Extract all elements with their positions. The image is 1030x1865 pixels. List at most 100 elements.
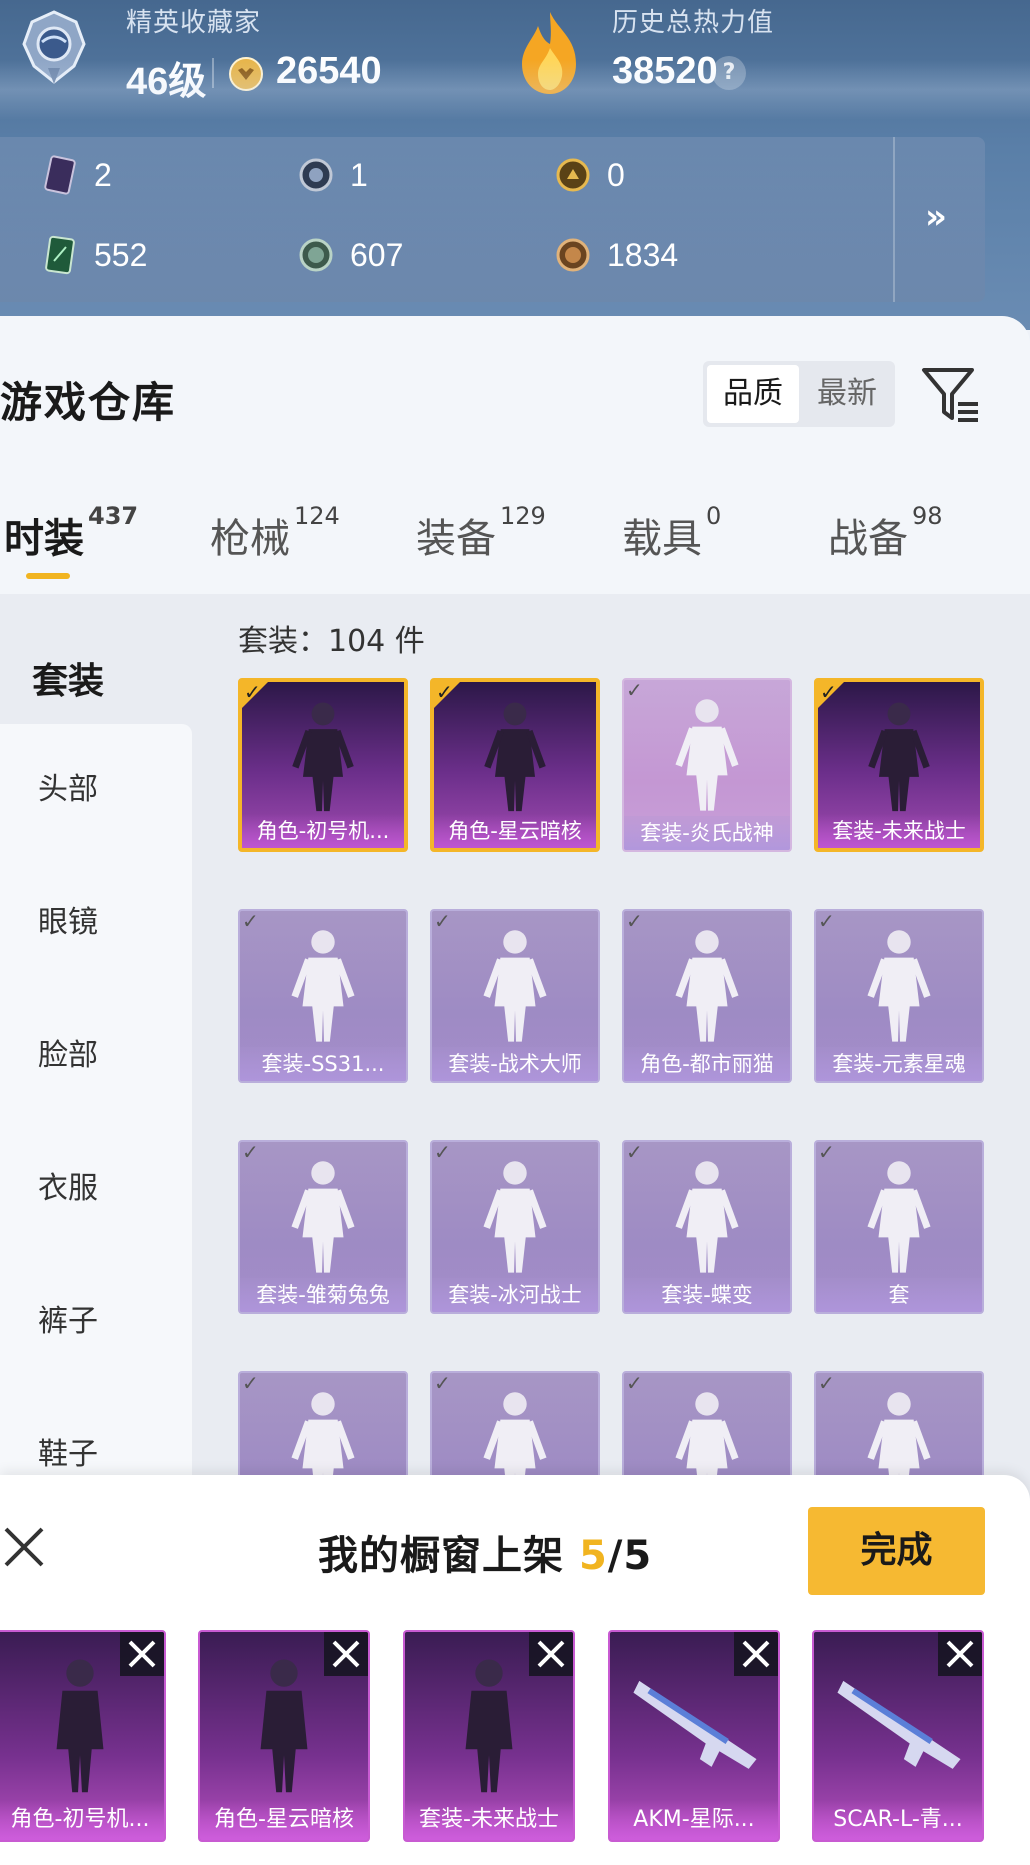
item-tile[interactable]: ✓ 套 [814, 1140, 984, 1314]
purple-card-icon [44, 155, 76, 195]
tab-equipment[interactable]: 装备 129 [416, 502, 546, 564]
side-item-head[interactable]: 头部 [38, 764, 98, 808]
tab-supplies[interactable]: 战备 98 [828, 502, 943, 564]
sort-toggle: 品质 最新 [703, 361, 895, 427]
tab-fashion[interactable]: 时装 437 [4, 502, 138, 564]
item-tile[interactable]: ✓ 套装-元素星魂 [814, 909, 984, 1083]
tab-vehicles[interactable]: 载具 0 [622, 502, 721, 564]
item-label: 套装-冰河战士 [432, 1278, 598, 1312]
item-label: 套 [816, 1278, 982, 1312]
flame-icon [522, 12, 576, 94]
side-item-face[interactable]: 脸部 [38, 1030, 98, 1074]
category-tabs: 时装 437 枪械 124 装备 129 载具 0 战备 98 [0, 502, 1030, 576]
tab-weapons[interactable]: 枪械 124 [210, 502, 340, 564]
item-figure-icon [675, 930, 739, 1042]
page-title: 游戏仓库 [0, 378, 177, 427]
item-tile[interactable]: ✓ 套装-雏菊兔兔 [238, 1140, 408, 1314]
item-figure-icon [867, 1161, 931, 1273]
item-tile[interactable]: ✓ 角色-都市丽猫 [622, 909, 792, 1083]
side-item-clothes[interactable]: 衣服 [38, 1163, 98, 1207]
done-button[interactable]: 完成 [808, 1507, 985, 1595]
item-tile[interactable]: ✓ 角色-初号机... [238, 678, 408, 852]
remove-icon[interactable] [324, 1632, 368, 1676]
item-tile[interactable]: ✓ 套装-蝶变 [622, 1140, 792, 1314]
showcase-count-current: 5 [578, 1533, 608, 1579]
tab-label: 装备 [416, 516, 496, 562]
item-tile[interactable]: ✓ 角色-星云暗核 [430, 678, 600, 852]
showcase-title-text: 我的橱窗上架 [318, 1533, 579, 1579]
showcase-title: 我的橱窗上架 5/5 [318, 1523, 652, 1581]
tab-count: 0 [706, 502, 722, 530]
item-tile[interactable]: ✓ 套装-冰河战士 [430, 1140, 600, 1314]
resource-purple-card: 2 [42, 155, 112, 195]
profile-header: 精英收藏家 46级 26540 历史总热力值 38520 ? 2 1 0 552 [0, 0, 1030, 330]
item-figure-icon [292, 702, 354, 812]
bronze-coin-icon [556, 238, 590, 272]
remove-icon[interactable] [529, 1632, 573, 1676]
item-figure-icon [867, 930, 931, 1042]
item-figure-icon [484, 702, 546, 812]
item-figure-icon [675, 699, 739, 811]
showcase-slot[interactable]: AKM-星际... [608, 1630, 780, 1842]
resource-value: 552 [94, 236, 148, 273]
showcase-slot[interactable]: SCAR-L-青... [812, 1630, 984, 1842]
player-level: 46级 [126, 61, 207, 103]
side-item-glasses[interactable]: 眼镜 [38, 897, 98, 941]
close-icon[interactable] [2, 1525, 46, 1569]
showcase-count-total: /5 [607, 1533, 653, 1579]
item-figure-icon [291, 1161, 355, 1273]
item-label: 角色-都市丽猫 [624, 1047, 790, 1081]
item-label: 套装-战术大师 [432, 1047, 598, 1081]
showcase-slot[interactable]: 角色-星云暗核 [198, 1630, 370, 1842]
resource-value: 0 [607, 156, 625, 193]
side-nav-active-bg: 套装 [0, 594, 192, 724]
slot-label: SCAR-L-青... [814, 1800, 982, 1840]
slot-label: 角色-初号机... [0, 1800, 164, 1840]
showcase-slot[interactable]: 套装-未来战士 [403, 1630, 575, 1842]
sort-latest-button[interactable]: 最新 [799, 361, 895, 427]
item-figure-icon [483, 930, 547, 1042]
item-label: 角色-初号机... [242, 814, 404, 848]
side-item-shoes[interactable]: 鞋子 [38, 1429, 98, 1473]
tab-label: 战备 [828, 516, 908, 562]
resource-value: 1834 [607, 236, 679, 273]
item-label: 套装-SS31... [240, 1047, 406, 1081]
heat-value: 38520 [612, 50, 718, 92]
resource-value: 607 [350, 236, 404, 273]
side-item-pants[interactable]: 裤子 [38, 1296, 98, 1340]
filter-icon[interactable] [920, 364, 982, 426]
item-tile[interactable]: ✓ 套装-SS31... [238, 909, 408, 1083]
divider [212, 58, 214, 88]
rank-emblem-icon [22, 10, 86, 84]
item-figure-icon [291, 930, 355, 1042]
slot-label: 角色-星云暗核 [200, 1800, 368, 1840]
showcase-panel: 我的橱窗上架 5/5 完成 角色-初号机... 角色-星云暗核 套装-未来战士 AKM… [0, 1475, 1030, 1865]
divider [893, 137, 895, 302]
resource-value: 2 [94, 156, 112, 193]
resource-green-coin: 607 [298, 235, 403, 275]
rank-title: 精英收藏家 [126, 8, 262, 38]
resource-bronze-coin: 1834 [555, 235, 678, 275]
item-tile[interactable]: ✓ 套装-战术大师 [430, 909, 600, 1083]
remove-icon[interactable] [938, 1632, 982, 1676]
help-icon[interactable]: ? [712, 56, 746, 90]
active-tab-indicator [26, 573, 70, 579]
remove-icon[interactable] [120, 1632, 164, 1676]
tab-count: 98 [912, 502, 943, 530]
item-tile[interactable]: ✓ 套装-炎氏战神 [622, 678, 792, 852]
gold-medal-coin-icon [229, 57, 263, 91]
resource-green-card: 552 [42, 235, 147, 275]
green-coin-icon [299, 238, 333, 272]
green-card-icon [45, 235, 75, 275]
side-item-sets[interactable]: 套装 [32, 652, 104, 704]
item-label: 套装-蝶变 [624, 1278, 790, 1312]
tab-count: 124 [294, 502, 340, 530]
remove-icon[interactable] [734, 1632, 778, 1676]
item-tile[interactable]: ✓ 套装-未来战士 [814, 678, 984, 852]
tab-label: 时装 [4, 516, 84, 562]
resource-gold-medal: 0 [555, 155, 625, 195]
expand-more-icon[interactable]: » [925, 197, 947, 237]
tab-count: 129 [500, 502, 546, 530]
sort-quality-button[interactable]: 品质 [707, 365, 799, 423]
showcase-slot[interactable]: 角色-初号机... [0, 1630, 166, 1842]
